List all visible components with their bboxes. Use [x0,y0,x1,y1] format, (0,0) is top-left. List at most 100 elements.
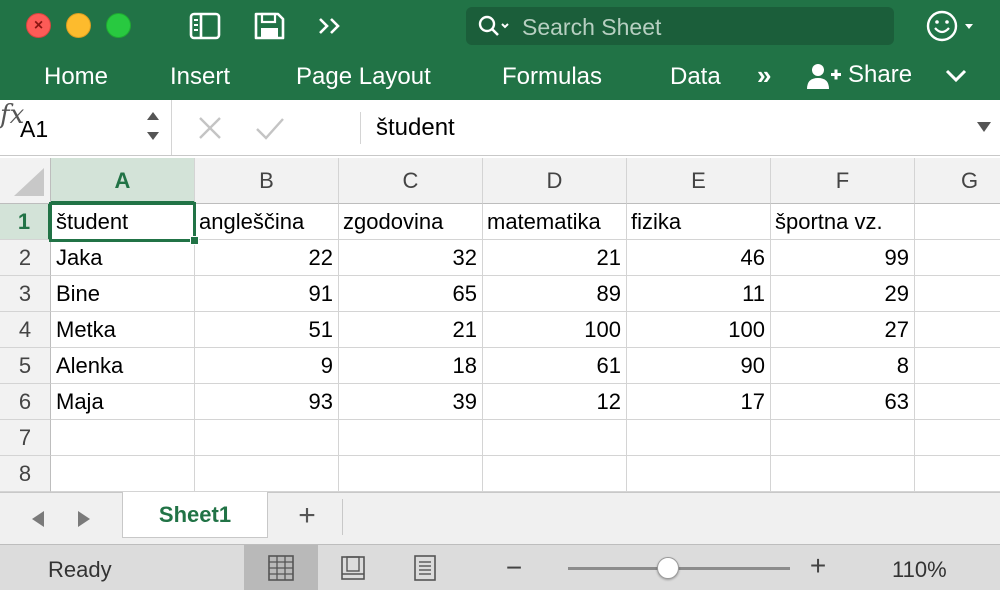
cell-d3[interactable]: 89 [483,276,627,312]
chevron-down-icon[interactable] [944,66,968,86]
column-header-f[interactable]: F [771,158,915,204]
fill-handle[interactable] [190,236,199,245]
name-box-stepper-icon[interactable] [145,106,161,146]
cell-d2[interactable]: 21 [483,240,627,276]
cell-e8[interactable] [627,456,771,492]
cell-f2[interactable]: 99 [771,240,915,276]
cell-g5[interactable] [915,348,1000,384]
cell-c3[interactable]: 65 [339,276,483,312]
column-header-b[interactable]: B [195,158,339,204]
next-sheet-icon[interactable] [76,509,92,529]
cell-c7[interactable] [339,420,483,456]
cell-b4[interactable]: 51 [195,312,339,348]
row-header-4[interactable]: 4 [0,312,51,348]
zoom-level[interactable]: 110% [892,557,947,583]
cell-f3[interactable]: 29 [771,276,915,312]
worksheet-grid[interactable]: ABCDEFG 12345678 študent angleščina zgodov… [0,158,1000,492]
cell-c6[interactable]: 39 [339,384,483,420]
cell-f6[interactable]: 63 [771,384,915,420]
zoom-slider[interactable] [568,567,790,570]
cell-b2[interactable]: 22 [195,240,339,276]
more-commands-button[interactable] [314,11,348,41]
tab-insert[interactable]: Insert [170,63,230,91]
row-header-8[interactable]: 8 [0,456,51,492]
row-header-7[interactable]: 7 [0,420,51,456]
cell-c4[interactable]: 21 [339,312,483,348]
close-window-button[interactable]: × [26,13,51,38]
cell-e7[interactable] [627,420,771,456]
tab-formulas[interactable]: Formulas [502,63,602,91]
row-header-2[interactable]: 2 [0,240,51,276]
cell-g4[interactable] [915,312,1000,348]
zoom-slider-thumb[interactable] [656,557,679,579]
checkmark-icon[interactable] [254,112,286,144]
cell-c1[interactable]: zgodovina [339,204,483,240]
page-layout-view-button[interactable] [316,545,390,590]
formula-content[interactable]: študent [376,114,455,142]
more-tabs-button[interactable]: » [757,60,771,91]
normal-view-button[interactable] [244,545,318,590]
expand-formula-bar-icon[interactable] [976,120,992,134]
row-header-5[interactable]: 5 [0,348,51,384]
cell-a8[interactable] [51,456,195,492]
cell-e6[interactable]: 17 [627,384,771,420]
cell-b8[interactable] [195,456,339,492]
save-button[interactable] [252,11,286,41]
cell-a2[interactable]: Jaka [51,240,195,276]
cell-b7[interactable] [195,420,339,456]
cell-f1[interactable]: športna vz. [771,204,915,240]
cell-b3[interactable]: 91 [195,276,339,312]
row-header-6[interactable]: 6 [0,384,51,420]
cell-g1[interactable] [915,204,1000,240]
cell-c2[interactable]: 32 [339,240,483,276]
zoom-out-button[interactable]: − [502,552,526,584]
cell-a4[interactable]: Metka [51,312,195,348]
cell-d5[interactable]: 61 [483,348,627,384]
cell-f5[interactable]: 8 [771,348,915,384]
previous-sheet-icon[interactable] [30,509,46,529]
tab-page-layout[interactable]: Page Layout [296,63,431,91]
zoom-window-button[interactable] [106,13,131,38]
page-break-view-button[interactable] [388,545,462,590]
cell-g3[interactable] [915,276,1000,312]
add-sheet-button[interactable]: + [292,501,322,531]
cell-e4[interactable]: 100 [627,312,771,348]
column-header-e[interactable]: E [627,158,771,204]
cell-d8[interactable] [483,456,627,492]
cell-c5[interactable]: 18 [339,348,483,384]
cell-f7[interactable] [771,420,915,456]
cell-d1[interactable]: matematika [483,204,627,240]
column-header-c[interactable]: C [339,158,483,204]
cell-a5[interactable]: Alenka [51,348,195,384]
minimize-window-button[interactable] [66,13,91,38]
tab-home[interactable]: Home [44,63,108,91]
cell-d7[interactable] [483,420,627,456]
cell-g7[interactable] [915,420,1000,456]
cell-b6[interactable]: 93 [195,384,339,420]
cell-e1[interactable]: fizika [627,204,771,240]
cell-a3[interactable]: Bine [51,276,195,312]
zoom-in-button[interactable]: + [806,550,830,582]
tab-data[interactable]: Data [670,63,721,91]
column-header-d[interactable]: D [483,158,627,204]
cell-e2[interactable]: 46 [627,240,771,276]
cell-a6[interactable]: Maja [51,384,195,420]
name-box[interactable]: A1 [0,100,172,155]
cell-d6[interactable]: 12 [483,384,627,420]
sheet-tab-sheet1[interactable]: Sheet1 [122,492,268,538]
search-field[interactable]: Search Sheet [466,7,894,45]
cell-a1[interactable]: študent [51,204,195,240]
cell-d4[interactable]: 100 [483,312,627,348]
column-header-a[interactable]: A [51,158,195,204]
cell-g6[interactable] [915,384,1000,420]
row-header-3[interactable]: 3 [0,276,51,312]
cell-c8[interactable] [339,456,483,492]
cell-f4[interactable]: 27 [771,312,915,348]
cell-a7[interactable] [51,420,195,456]
cell-e3[interactable]: 11 [627,276,771,312]
cell-g2[interactable] [915,240,1000,276]
cell-f8[interactable] [771,456,915,492]
sidebar-toggle-button[interactable] [188,11,222,41]
cancel-icon[interactable] [196,112,224,144]
select-all-button[interactable] [0,158,51,204]
